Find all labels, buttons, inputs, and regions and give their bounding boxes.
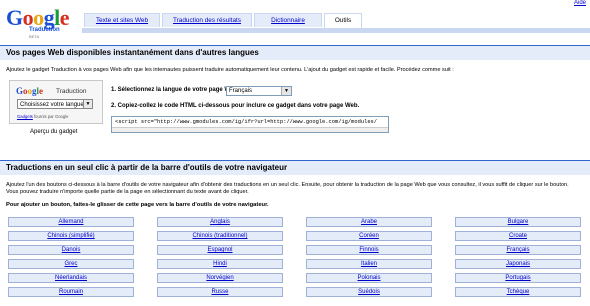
button-croate[interactable]: Croate [455, 231, 581, 241]
page-language-select[interactable]: Français ▼ [226, 86, 292, 96]
tab-tools[interactable]: Outils [324, 13, 362, 28]
button-francais[interactable]: Français [455, 245, 581, 255]
button-roumain[interactable]: Roumain [8, 287, 134, 297]
button-polonais[interactable]: Polonais [306, 273, 432, 283]
logo-wordmark: Google [6, 5, 70, 30]
html-code-field[interactable]: <script src="http://www.gmodules.com/ig/… [111, 116, 389, 133]
tab-search-results-translation[interactable]: Traduction des résultats [162, 13, 252, 27]
button-bulgare[interactable]: Bulgare [455, 217, 581, 227]
gadget-intro-text: Ajoutez le gadget Traduction à vos pages… [6, 67, 454, 73]
step-1-label: 1. Sélectionnez la langue de votre page … [111, 87, 241, 93]
html-code-value: <script src="http://www.gmodules.com/ig/… [115, 119, 378, 125]
tab-bar: Texte et sites Web Traduction des résult… [82, 13, 590, 28]
gadget-preview-caption: Aperçu du gadget [30, 129, 78, 135]
help-link[interactable]: Aide [574, 0, 586, 6]
button-allemand[interactable]: Allemand [8, 217, 134, 227]
gadget-title: Traduction [56, 88, 87, 95]
header-bar [82, 28, 590, 33]
button-neerlandais[interactable]: Néerlandais [8, 273, 134, 283]
gadget-select-value: Choisissez votre langue [20, 102, 84, 108]
button-arabe[interactable]: Arabe [306, 217, 432, 227]
button-russe[interactable]: Russe [157, 287, 283, 297]
button-espagnol[interactable]: Espagnol [157, 245, 283, 255]
button-coreen[interactable]: Coréen [306, 231, 432, 241]
button-finnois[interactable]: Finnois [306, 245, 432, 255]
gadget-footer: Gadgets fournis par Google [17, 114, 68, 119]
gadget-google-logo: Google [16, 86, 44, 96]
logo-beta-badge: BETA [29, 34, 40, 39]
gadgets-link[interactable]: Gadgets [17, 114, 33, 119]
button-chinois-traditionnel[interactable]: Chinois (traditionnel) [157, 231, 283, 241]
button-suedois[interactable]: Suédois [306, 287, 432, 297]
chevron-down-icon: ▼ [281, 87, 291, 95]
gadget-preview: Google Traduction Choisissez votre langu… [9, 80, 103, 124]
button-grec[interactable]: Grec [8, 259, 134, 269]
button-portugais[interactable]: Portugais [455, 273, 581, 283]
toolbar-intro-text: Ajoutez l'un des boutons ci-dessous à la… [6, 182, 569, 195]
button-tcheque[interactable]: Tchèque [455, 287, 581, 297]
tab-text-and-websites[interactable]: Texte et sites Web [84, 13, 160, 27]
toolbar-instruction: Pour ajouter un bouton, faites-le glisse… [6, 202, 269, 208]
gadget-language-select[interactable]: Choisissez votre langue ▼ [17, 99, 93, 109]
button-anglais[interactable]: Anglais [157, 217, 283, 227]
tab-dictionary[interactable]: Dictionnaire [254, 13, 322, 27]
section-title-gadget: Vos pages Web disponibles instantanément… [0, 45, 590, 60]
gadget-footer-text: fournis par Google [34, 114, 69, 119]
button-japonais[interactable]: Japonais [455, 259, 581, 269]
page-language-value: Français [229, 88, 253, 94]
horizontal-scrollbar[interactable] [112, 127, 388, 132]
step-2-label: 2. Copiez-collez le code HTML ci-dessous… [111, 103, 360, 109]
logo-product-name: Traduction [29, 27, 60, 33]
button-italien[interactable]: Italien [306, 259, 432, 269]
section-title-toolbar: Traductions en un seul clic à partir de … [0, 160, 590, 175]
button-hindi[interactable]: Hindi [157, 259, 283, 269]
google-translate-logo[interactable]: Google Traduction BETA [6, 5, 72, 40]
button-norvegien[interactable]: Norvégien [157, 273, 283, 283]
chevron-down-icon: ▼ [83, 100, 92, 108]
button-danois[interactable]: Danois [8, 245, 134, 255]
button-chinois-simplifie[interactable]: Chinois (simplifié) [8, 231, 134, 241]
